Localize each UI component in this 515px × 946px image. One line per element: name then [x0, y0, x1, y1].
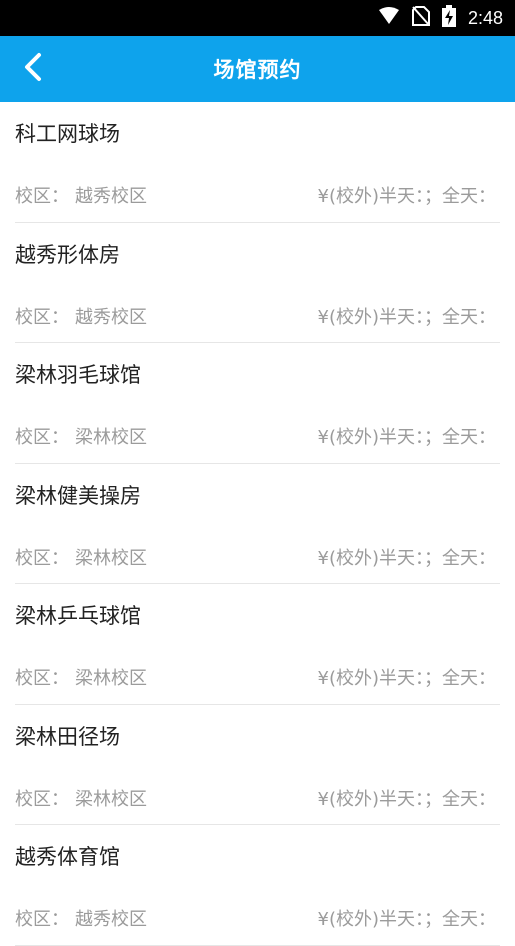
venue-name: 梁林健美操房	[15, 483, 141, 508]
venue-list-item[interactable]: 越秀体育馆校区： 越秀校区 ¥(校外)半天：；全天：	[15, 825, 500, 946]
page-title: 场馆预约	[213, 58, 302, 82]
campus-label: 校区：	[15, 427, 69, 448]
venue-name: 科工网球场	[15, 122, 120, 146]
venue-meta: 校区： 梁林校区 ¥(校外)半天：；全天：	[15, 664, 500, 690]
venue-meta: 校区： 越秀校区 ¥(校外)半天：；全天：	[15, 303, 500, 329]
wifi-icon	[378, 7, 400, 29]
venue-name: 越秀体育馆	[15, 845, 120, 869]
venue-price: ¥(校外)半天：；全天：	[317, 909, 497, 930]
campus-value: 梁林校区	[75, 427, 147, 448]
battery-charging-icon	[441, 5, 456, 31]
campus-value: 越秀校区	[75, 186, 147, 207]
venue-list-item[interactable]: 梁林乒乓球馆 校区： 梁林校区 ¥(校外)半天：；全天：	[15, 584, 500, 705]
campus-label: 校区：	[15, 547, 69, 569]
venue-meta: 校区： 越秀校区 ¥(校外)半天：；全天：	[15, 182, 500, 208]
venue-meta: 校区： 越秀校区 ¥(校外)半天：；全天：	[15, 905, 500, 931]
venue-list-item[interactable]: 梁林田径场校区： 梁林校区 ¥(校外)半天：；全天：	[15, 705, 500, 825]
venue-campus: 校区： 梁林校区	[15, 544, 147, 570]
campus-value: 梁林校区	[75, 788, 147, 810]
venue-list-item[interactable]: 越秀形体房校区： 越秀校区 ¥(校外)半天：；全天：	[15, 223, 500, 343]
campus-label: 校区：	[15, 668, 69, 689]
venue-list-item[interactable]: 梁林健美操房 校区： 梁林校区 ¥(校外)半天：；全天：	[15, 464, 500, 584]
venue-campus: 校区： 越秀校区	[15, 182, 147, 208]
venue-meta: 校区： 梁林校区 ¥(校外)半天：；全天：	[15, 785, 500, 811]
status-icons: 2:48	[378, 5, 503, 31]
back-button[interactable]	[14, 50, 52, 88]
campus-value: 越秀校区	[75, 909, 147, 930]
venue-meta: 校区： 梁林校区 ¥(校外)半天：；全天：	[15, 544, 500, 570]
campus-value: 梁林校区	[75, 668, 147, 689]
venue-campus: 校区： 梁林校区	[15, 785, 147, 811]
venue-name: 梁林乒乓球馆	[15, 604, 141, 628]
venue-price: ¥(校外)半天：；全天：	[317, 427, 497, 448]
app-bar: 场馆预约	[0, 36, 515, 102]
venue-name: 越秀形体房	[15, 242, 120, 267]
venue-price: ¥(校外)半天：；全天：	[317, 788, 497, 810]
venue-campus: 校区： 梁林校区	[15, 664, 147, 690]
venue-meta: 校区： 梁林校区 ¥(校外)半天：；全天：	[15, 423, 500, 449]
venue-price: ¥(校外)半天：；全天：	[317, 186, 497, 207]
status-bar: 2:48	[0, 0, 515, 36]
venue-price: ¥(校外)半天：；全天：	[317, 306, 497, 328]
venue-price: ¥(校外)半天：；全天：	[317, 547, 497, 569]
campus-label: 校区：	[15, 306, 69, 328]
no-sim-icon	[411, 6, 430, 30]
campus-label: 校区：	[15, 186, 69, 207]
venue-campus: 校区： 越秀校区	[15, 905, 147, 931]
campus-label: 校区：	[15, 788, 69, 810]
chevron-left-icon	[23, 52, 43, 86]
campus-label: 校区：	[15, 909, 69, 930]
status-time: 2:48	[467, 7, 503, 28]
venue-list-item[interactable]: 梁林羽毛球馆 校区： 梁林校区 ¥(校外)半天：；全天：	[15, 343, 500, 464]
venue-list-item[interactable]: 科工网球场校区： 越秀校区 ¥(校外)半天：；全天：	[15, 102, 500, 223]
venue-campus: 校区： 梁林校区	[15, 423, 147, 449]
venue-name: 梁林田径场	[15, 724, 120, 749]
venue-price: ¥(校外)半天：；全天：	[317, 668, 497, 689]
venue-name: 梁林羽毛球馆	[15, 363, 141, 387]
campus-value: 梁林校区	[75, 547, 147, 569]
venue-list: 科工网球场 校区： 越秀校区 ¥(校外)半天：；全天： 越秀形体房 校区： 越秀校区 ¥(校外…	[0, 102, 515, 946]
campus-value: 越秀校区	[75, 306, 147, 328]
venue-campus: 校区： 越秀校区	[15, 303, 147, 329]
